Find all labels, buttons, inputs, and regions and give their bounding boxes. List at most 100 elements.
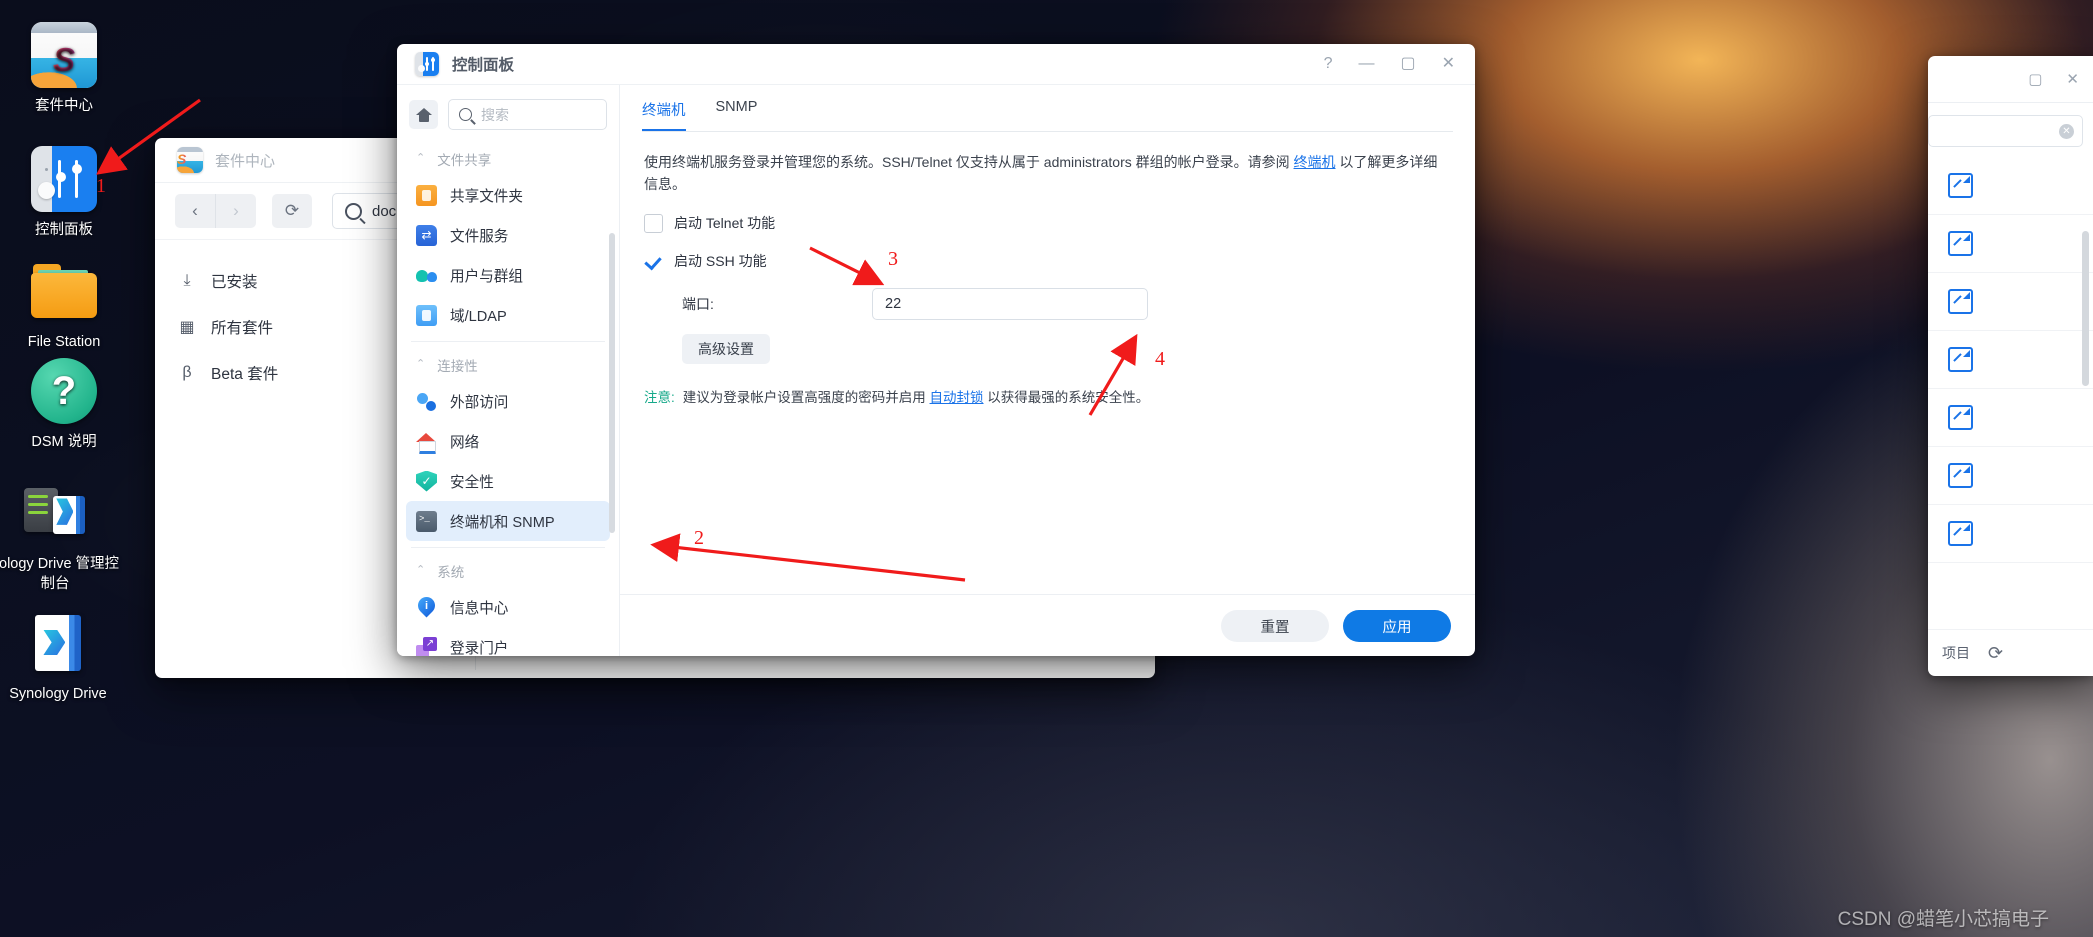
desktop-icon-synology-drive[interactable]: Synology Drive: [0, 610, 128, 705]
package-center-icon: S: [31, 22, 97, 88]
desktop-icon-label: Synology Drive: [9, 686, 107, 702]
desktop-icon-dsm-help[interactable]: ? DSM 说明: [0, 358, 128, 453]
external-link-icon[interactable]: [1948, 173, 1973, 198]
table-row[interactable]: [1928, 215, 2093, 273]
search-icon: [459, 108, 472, 121]
synology-drive-admin-console-icon: [22, 480, 88, 546]
external-link-icon[interactable]: [1948, 405, 1973, 430]
background-window-footer: 项目 ⟳: [1928, 629, 2093, 676]
package-center-icon: S: [177, 147, 203, 173]
background-window[interactable]: ▢ ✕ ✕ 项目 ⟳: [1928, 56, 2093, 676]
sidebar-group-文件共享[interactable]: ⌃ 文件共享: [397, 142, 619, 175]
watermark: CSDN @蜡笔小芯搞电子: [1837, 909, 2049, 930]
tab-bar: 终端机 SNMP: [620, 85, 1475, 131]
external-access-icon: [416, 391, 437, 412]
ssh-checkbox-row[interactable]: 启动 SSH 功能: [644, 251, 1451, 271]
tab-终端机[interactable]: 终端机: [642, 99, 686, 131]
table-row[interactable]: [1928, 447, 2093, 505]
port-label: 端口:: [682, 296, 714, 313]
sidebar-item-文件服务[interactable]: 文件服务: [406, 215, 610, 255]
back-button[interactable]: ‹: [175, 194, 215, 228]
control-panel-search-input[interactable]: 搜索: [448, 99, 607, 130]
sidebar-scrollbar-thumb[interactable]: [609, 233, 615, 533]
sidebar-item-label: 终端机和 SNMP: [450, 514, 555, 531]
desktop-icon-synology-drive-admin-console[interactable]: nology Drive 管理控制台: [0, 480, 128, 594]
external-link-icon[interactable]: [1948, 231, 1973, 256]
sidebar-group-系统[interactable]: ⌃ 系统: [397, 554, 619, 587]
sidebar-item-域/LDAP[interactable]: 域/LDAP: [406, 295, 610, 335]
external-link-icon[interactable]: [1948, 347, 1973, 372]
desktop-icon-file-station[interactable]: File Station: [0, 258, 128, 353]
auto-block-link[interactable]: 自动封锁: [930, 390, 984, 405]
sidebar-separator: [411, 341, 605, 342]
sidebar-item-用户与群组[interactable]: 用户与群组: [406, 255, 610, 295]
table-row[interactable]: [1928, 331, 2093, 389]
advanced-settings-button[interactable]: 高级设置: [682, 334, 770, 365]
telnet-checkbox[interactable]: [644, 213, 663, 233]
terminal-help-link[interactable]: 终端机: [1294, 154, 1336, 170]
sidebar-item-登录门户[interactable]: 登录门户: [406, 627, 610, 656]
beta-icon: β: [182, 364, 192, 381]
control-panel-footer: 重置 应用: [620, 594, 1475, 656]
refresh-button[interactable]: ⟳: [272, 194, 312, 228]
sidebar-item-终端机和 SNMP[interactable]: 终端机和 SNMP: [406, 501, 610, 541]
sidebar-item-label: 用户与群组: [450, 268, 523, 285]
ssh-label: 启动 SSH 功能: [674, 253, 767, 270]
description-part1: 使用终端机服务登录并管理您的系统。SSH/Telnet 仅支持从属于 admin…: [644, 154, 1294, 170]
sidebar-item-信息中心[interactable]: 信息中心: [406, 587, 610, 627]
network-icon: [416, 431, 437, 454]
sidebar-item-安全性[interactable]: 安全性: [406, 461, 610, 501]
external-link-icon[interactable]: [1948, 289, 1973, 314]
sidebar-group-连接性[interactable]: ⌃ 连接性: [397, 348, 619, 381]
ssh-checkbox[interactable]: [644, 251, 663, 271]
sidebar-group-label: 连接性: [437, 358, 478, 374]
reset-button[interactable]: 重置: [1221, 610, 1329, 642]
package-sidebar-label: Beta 套件: [211, 366, 279, 383]
sidebar-item-外部访问[interactable]: 外部访问: [406, 381, 610, 421]
note-prefix: 注意:: [644, 390, 675, 406]
security-icon: [416, 470, 437, 492]
sidebar-item-网络[interactable]: 网络: [406, 421, 610, 461]
background-search-input[interactable]: ✕: [1928, 115, 2083, 147]
external-link-icon[interactable]: [1948, 521, 1973, 546]
table-row[interactable]: [1928, 273, 2093, 331]
maximize-icon[interactable]: ▢: [1400, 56, 1415, 72]
forward-button[interactable]: ›: [215, 194, 256, 228]
desktop-icon-label: 控制面板: [35, 222, 93, 238]
dsm-help-icon: ?: [31, 358, 97, 424]
close-icon[interactable]: ✕: [2066, 70, 2079, 88]
table-row[interactable]: [1928, 157, 2093, 215]
background-scrollbar[interactable]: [2082, 231, 2089, 386]
sidebar-item-共享文件夹[interactable]: 共享文件夹: [406, 175, 610, 215]
grid-icon: ▦: [179, 319, 195, 336]
download-icon: ⤓: [183, 272, 191, 289]
tab-SNMP[interactable]: SNMP: [716, 99, 758, 131]
minimize-icon[interactable]: —: [1358, 56, 1374, 72]
home-icon: [415, 107, 432, 122]
annotation-number-2: 3: [888, 248, 898, 270]
clear-icon[interactable]: ✕: [2059, 123, 2074, 139]
desktop-icon-control-panel[interactable]: 控制面板: [0, 146, 128, 241]
terminal-description: 使用终端机服务登录并管理您的系统。SSH/Telnet 仅支持从属于 admin…: [644, 152, 1451, 195]
control-panel-window[interactable]: 控制面板 ? — ▢ ✕ 搜索 ⌃ 文件共享共享文件夹文件服务用户与群组域/LDA…: [397, 44, 1475, 656]
control-panel-main: 终端机 SNMP 使用终端机服务登录并管理您的系统。SSH/Telnet 仅支持从…: [620, 85, 1475, 656]
desktop-icon-package-center[interactable]: S 套件中心: [0, 22, 128, 117]
external-link-icon[interactable]: [1948, 463, 1973, 488]
sidebar-item-label: 网络: [450, 434, 480, 451]
sidebar-item-label: 文件服务: [450, 228, 509, 245]
home-button[interactable]: [409, 100, 438, 129]
close-icon[interactable]: ✕: [1442, 56, 1455, 72]
table-row[interactable]: [1928, 389, 2093, 447]
table-row[interactable]: [1928, 505, 2093, 563]
desktop-icon-label: File Station: [27, 334, 101, 350]
maximize-icon[interactable]: ▢: [2028, 70, 2042, 88]
help-icon[interactable]: ?: [1324, 56, 1333, 72]
refresh-icon[interactable]: ⟳: [1988, 643, 2003, 664]
telnet-checkbox-row[interactable]: 启动 Telnet 功能: [644, 213, 1451, 233]
package-center-title: 套件中心: [215, 152, 276, 170]
sidebar-scrollbar-track[interactable]: [609, 141, 617, 649]
info-center-icon: [416, 597, 437, 618]
port-input[interactable]: 22: [872, 288, 1148, 321]
search-icon: [345, 202, 362, 220]
apply-button[interactable]: 应用: [1343, 610, 1451, 642]
